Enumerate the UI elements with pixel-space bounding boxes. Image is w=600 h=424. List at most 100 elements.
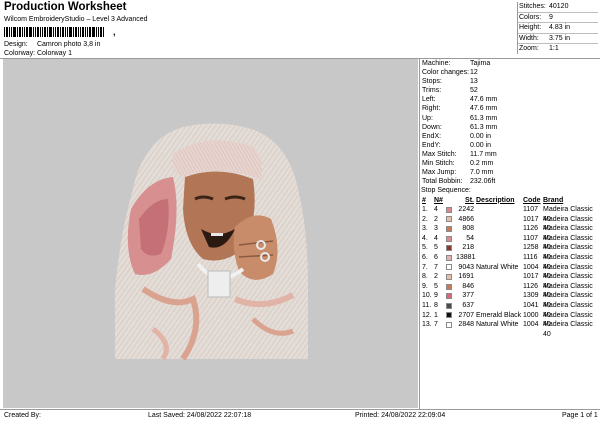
color-swatch [446, 320, 456, 330]
property-label: Left: [422, 96, 436, 104]
design-value: Camron photo 3,8 in [36, 41, 101, 48]
table-row: 12. 1 2707 Emerald Black 1000 Madeira Classic… [421, 311, 598, 329]
row-stitches: 54 [466, 234, 474, 242]
row-code: 1004 [523, 263, 539, 271]
row-num: 9. [422, 282, 428, 290]
barcode-mark: , [113, 27, 116, 37]
row-stitches: 637 [462, 302, 474, 310]
property-value: 0.2 mm [470, 160, 494, 168]
property-row: Machine: Tajima [421, 59, 598, 68]
table-row: 10. 9 377 1309 Madeira Classic 40 [421, 291, 598, 309]
table-row: 4. 4 54 1107 Madeira Classic 40 [421, 234, 598, 252]
row-brand: Madeira Classic 40 [543, 225, 593, 242]
property-label: Machine: [422, 60, 451, 67]
property-value: 7.0 mm [470, 169, 494, 177]
row-brand: Madeira Classic 40 [543, 321, 593, 338]
property-row: Total Bobbin: 232.06ft [421, 177, 598, 186]
stat-height: Height: 4.83 in [518, 23, 598, 34]
thread-color-swatch [446, 245, 452, 252]
row-code: 1017 [523, 215, 539, 223]
barcode-bar [82, 27, 84, 37]
barcode-bar [22, 27, 23, 37]
property-row: Right: 47.6 mm [421, 104, 598, 113]
barcode-bar [89, 27, 91, 37]
color-swatch [446, 291, 456, 301]
property-row: Trims: 52 [421, 86, 598, 95]
row-description [476, 291, 523, 301]
row-code: 1000 [523, 311, 539, 319]
row-num: 4. [422, 234, 428, 242]
row-description [476, 234, 523, 244]
stat-stitches: Stitches: 40120 [518, 2, 598, 13]
property-label: Stops: [422, 78, 442, 86]
row-stitches: 2242 [458, 206, 474, 214]
machine-properties: Machine: Tajima Color changes: 12 Stops: 13 Tr… [421, 59, 598, 186]
row-code: 1116 [523, 254, 538, 262]
barcode-bar [80, 27, 81, 37]
barcode-bar [11, 27, 12, 37]
table-row: 3. 3 808 1126 Madeira Classic 40 [421, 224, 598, 242]
barcode-bar [44, 27, 46, 37]
row-stitches: 4866 [458, 215, 474, 223]
col-brand: Brand [543, 196, 564, 204]
col-needle: N# [434, 196, 443, 204]
barcode-bar [57, 27, 59, 37]
property-value: 47.6 mm [470, 96, 498, 104]
row-description: Natural White [476, 321, 519, 329]
stat-label: Stitches: [519, 3, 546, 10]
row-needle: 5 [434, 244, 438, 252]
row-num: 7. [422, 263, 428, 271]
row-needle: 1 [434, 311, 438, 319]
col-stitches: St. [465, 196, 474, 204]
barcode-bar [67, 27, 68, 37]
thread-color-swatch [446, 322, 452, 329]
row-needle: 7 [434, 321, 438, 329]
printed-date: Printed: 24/08/2022 22:09:04 [355, 412, 446, 419]
row-code: 1258 [523, 244, 539, 252]
barcode-bar [73, 27, 74, 37]
barcode-bar [9, 27, 10, 37]
color-swatch [446, 301, 456, 311]
thread-color-swatch [446, 283, 452, 290]
row-code: 1017 [523, 273, 539, 281]
row-stitches: 13881 [456, 254, 476, 262]
row-num: 6. [422, 254, 428, 262]
row-brand: Madeira Classic 40 [543, 302, 593, 319]
stat-value: 1:1 [549, 45, 559, 52]
row-description [476, 215, 523, 225]
table-row: 6. 6 13881 1116 Madeira Classic 40 [421, 253, 598, 271]
barcode-bar [26, 27, 28, 37]
stop-sequence-header: # N# St. Description Code Brand [421, 196, 598, 206]
color-swatch [446, 311, 456, 321]
row-description [476, 243, 523, 253]
row-brand: Madeira Classic 40 [543, 263, 593, 281]
thread-color-swatch [446, 302, 452, 309]
barcode-bar [19, 27, 21, 37]
row-stitches: 377 [462, 292, 474, 300]
barcode-bar [6, 27, 8, 37]
row-needle: 2 [434, 215, 438, 223]
property-label: Up: [422, 114, 433, 122]
col-num: # [422, 196, 426, 204]
design-preview [3, 59, 418, 408]
row-stitches: 218 [462, 244, 474, 252]
property-row: Up: 61.3 mm [421, 114, 598, 123]
row-description [476, 272, 523, 282]
row-brand: Madeira Classic 40 [543, 311, 593, 329]
row-stitches: 9043 [458, 263, 474, 271]
barcode-bar [53, 27, 54, 37]
row-description: Emerald Black [476, 311, 522, 319]
barcode-bar [100, 27, 102, 37]
property-value: 61.3 mm [470, 114, 498, 122]
row-num: 1. [422, 206, 428, 214]
barcode-bar [69, 27, 72, 37]
design-label: Design: [4, 41, 28, 48]
table-row: 13. 7 2848 Natural White 1004 Madeira Classic… [421, 320, 598, 338]
row-num: 11. [422, 302, 432, 310]
barcode-bar [49, 27, 52, 37]
barcode-bar [33, 27, 34, 37]
stop-sequence-title: Stop Sequence: [421, 187, 471, 194]
property-value: 11.7 mm [470, 150, 497, 158]
color-swatch [446, 282, 456, 292]
row-brand: Madeira Classic 40 [543, 244, 593, 262]
